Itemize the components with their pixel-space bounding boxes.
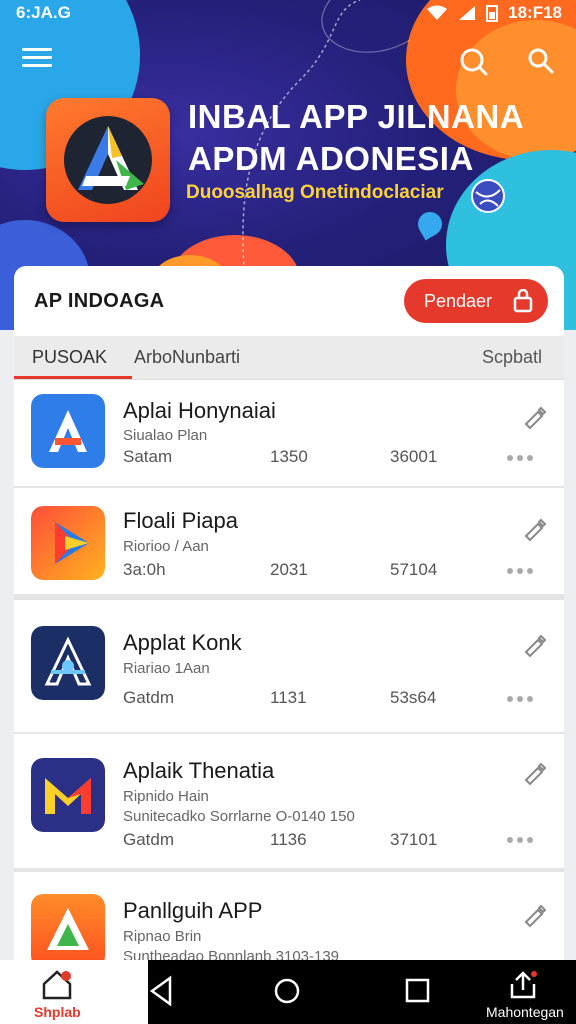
home-circle-icon[interactable] — [272, 974, 302, 1008]
app-subtitle: Siualao Plan — [123, 427, 208, 444]
app-icon — [31, 894, 105, 966]
back-icon[interactable] — [148, 974, 176, 1008]
edit-icon[interactable] — [522, 760, 548, 786]
app-name: Applat Konk — [123, 630, 242, 655]
list-item[interactable]: Floali Piapa Riorioo / Aan 3a:0h 2031 57… — [14, 488, 564, 600]
app-stat: Gatdm — [123, 688, 175, 707]
status-bar: 6:JA.G 18:F18 — [0, 0, 576, 26]
search-icon[interactable] — [458, 46, 490, 78]
hero-app-logo — [46, 98, 170, 222]
search-icon[interactable] — [526, 46, 558, 78]
app-stat: 1131 — [270, 688, 307, 707]
app-stat: Satam — [123, 447, 173, 466]
app-stat: 3a:0h — [123, 560, 166, 579]
app-subtitle: Ripnido Hain — [123, 788, 209, 805]
app-subtitle: Riorioo / Aan — [123, 538, 209, 555]
menu-icon[interactable] — [22, 48, 52, 72]
wifi-icon — [427, 5, 448, 20]
more-icon[interactable] — [506, 693, 534, 705]
app-icon — [31, 758, 105, 832]
app-name: Aplai Honynaiai — [123, 398, 276, 423]
app-stat: 2031 — [270, 560, 308, 579]
app-logo-icon — [78, 126, 144, 190]
app-stat: 53s64 — [390, 688, 437, 707]
app-name: Floali Piapa — [123, 508, 238, 533]
recents-icon[interactable] — [404, 974, 432, 1008]
more-icon[interactable] — [506, 565, 534, 577]
card-header: AP INDOAGA Pendaer — [14, 266, 564, 336]
edit-icon[interactable] — [522, 516, 548, 542]
app-icon — [31, 506, 105, 580]
edit-icon[interactable] — [522, 404, 548, 430]
pending-button[interactable]: Pendaer — [404, 279, 548, 323]
signal-icon — [459, 6, 476, 20]
more-icon[interactable] — [506, 452, 534, 464]
tab-scpbatl[interactable]: Scpbatl — [482, 347, 542, 368]
card-title: AP INDOAGA — [34, 290, 165, 312]
tab-bar: PUSOAK ArboNunbarti Scpbatl — [14, 336, 564, 380]
tab-pusoak[interactable]: PUSOAK — [32, 347, 107, 368]
app-icon — [31, 394, 105, 468]
status-clock: 18:F18 — [508, 3, 562, 22]
hero-title: INBAL APP JILNANA APDM ADONESIA — [188, 96, 568, 180]
battery-icon — [486, 5, 499, 22]
pending-button-label: Pendaer — [424, 290, 493, 311]
app-stat: 1350 — [270, 447, 308, 466]
tab-arbonunbarti[interactable]: ArboNunbarti — [134, 347, 240, 368]
home-tab[interactable]: Shplab — [0, 960, 148, 1024]
app-name: Aplaik Thenatia — [123, 758, 275, 783]
app-stat: 57104 — [390, 560, 438, 579]
hero-subtitle: Duoosalhag Onetindoclaciar — [186, 182, 444, 203]
tab-active-indicator — [14, 376, 132, 379]
app-name: Panllguih APP — [123, 898, 263, 923]
home-tab-label: Shplab — [34, 1004, 81, 1020]
list-item[interactable]: Applat Konk Riariao 1Aan Gatdm 1131 53s6… — [14, 606, 564, 734]
home-icon — [42, 970, 72, 1000]
globe-icon — [471, 179, 505, 213]
lock-icon — [513, 289, 533, 313]
share-icon[interactable] — [508, 970, 538, 1000]
hero-title-line: INBAL APP JILNANA — [188, 98, 525, 135]
status-time: 6:JA.G — [16, 3, 71, 22]
app-subtitle: Ripnao Brin — [123, 928, 202, 945]
list-item[interactable]: Aplaik Thenatia Ripnido Hain Sunitecadko… — [14, 734, 564, 872]
list-item[interactable]: Panllguih APP Ripnao Brin Suntheadao Bon… — [14, 876, 564, 966]
more-icon[interactable] — [506, 834, 534, 846]
edit-icon[interactable] — [522, 902, 548, 928]
edit-icon[interactable] — [522, 632, 548, 658]
app-stat: Gatdm — [123, 830, 175, 849]
app-description: Sunitecadko Sorrlarne O-0140 150 — [123, 808, 355, 825]
app-subtitle: Riariao 1Aan — [123, 660, 210, 677]
app-stat: 36001 — [390, 447, 438, 466]
app-icon — [31, 626, 105, 700]
app-list-card: AP INDOAGA Pendaer PUSOAK ArboNunbarti S… — [14, 266, 564, 966]
app-stat: 37101 — [390, 830, 438, 849]
share-label[interactable]: Mahontegan — [486, 1004, 564, 1020]
app-stat: 1136 — [270, 830, 307, 849]
hero-title-line: APDM ADONESIA — [188, 140, 474, 177]
list-item[interactable]: Aplai Honynaiai Siualao Plan Satam 1350 … — [14, 380, 564, 488]
